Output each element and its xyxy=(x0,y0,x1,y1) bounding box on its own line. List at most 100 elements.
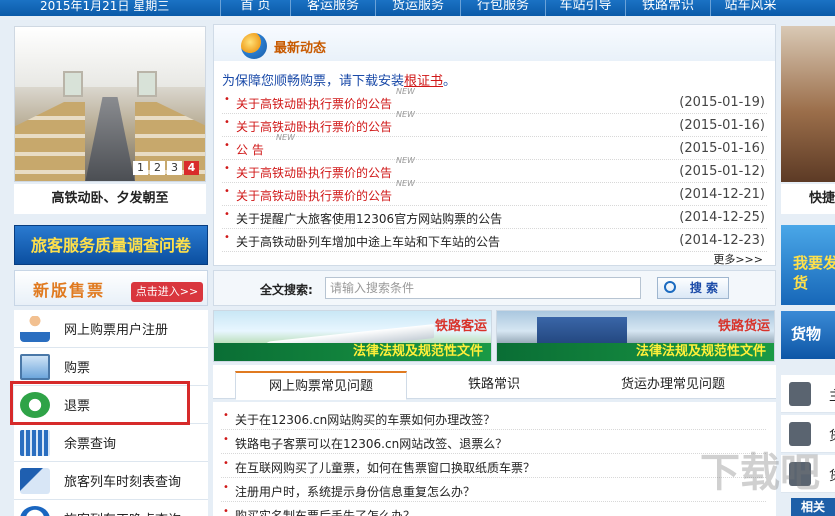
survey-banner[interactable]: 旅客服务质量调查问卷 xyxy=(14,225,208,265)
news-item-date: (2015-01-16) xyxy=(679,141,765,156)
right-menu-label: 货 xyxy=(829,465,835,484)
news-item[interactable]: • 关于提醒广大旅客使用12306官方网站购票的公告 (2014-12-25) xyxy=(222,206,767,229)
search-icon xyxy=(664,281,676,293)
current-date: 2015年1月21日 星期三 xyxy=(40,0,170,13)
watermark-logo: 下载吧 xyxy=(700,450,820,496)
computer-icon xyxy=(20,354,50,380)
faq-item[interactable]: • 关于在12306.cn网站购买的车票如何办理改签？ xyxy=(221,406,766,430)
faq-question[interactable]: 铁路电子客票可以在12306.cn网站改签、退票么？ xyxy=(235,435,507,452)
phone-icon xyxy=(789,382,811,406)
left-menu-item[interactable]: 余票查询 xyxy=(14,424,208,462)
main-nav: 首 页客运服务 货运服务 行包服务 车站引导 铁路常识 站车风采 xyxy=(220,0,790,16)
news-item-date: (2015-01-12) xyxy=(679,164,765,179)
left-menu-label: 余票查询 xyxy=(64,437,117,452)
news-item[interactable]: • 关于高铁动卧执行票价的公告 NEW (2015-01-16) xyxy=(222,110,767,137)
carousel-image[interactable]: 1234 xyxy=(14,26,206,182)
faq-item[interactable]: • 铁路电子客票可以在12306.cn网站改签、退票么？ xyxy=(221,430,766,454)
left-menu-item[interactable]: 旅客列车正晚点查询 xyxy=(14,500,208,516)
faq-question[interactable]: 在互联网购买了儿童票，如何在售票窗口换取纸质车票？ xyxy=(235,459,535,476)
nav-item[interactable]: 货运服务 xyxy=(375,0,460,16)
left-menu-item[interactable]: 旅客列车时刻表查询 xyxy=(14,462,208,500)
top-nav-bar: 2015年1月21日 星期三 首 页客运服务 货运服务 行包服务 车站引导 铁路常识 站车… xyxy=(0,0,835,16)
bullet-icon: • xyxy=(224,232,230,243)
carousel-page-button[interactable]: 4 xyxy=(184,161,199,175)
news-item[interactable]: • 关于高铁动卧执行票价的公告 NEW (2014-12-21) xyxy=(222,179,767,206)
faq-tab[interactable]: 货运办理常见问题 xyxy=(583,371,763,400)
news-panel: 最新动态 为保障您顺畅购票，请下载安装根证书。 • 关于高铁动卧执行票价的公告 NE… xyxy=(213,24,776,266)
bullet-icon: • xyxy=(223,458,229,469)
search-bar: 全文搜索: 请输入搜索条件 搜 索 xyxy=(213,270,776,306)
cert-notice: 为保障您顺畅购票，请下载安装根证书。 xyxy=(222,70,456,89)
carousel-caption[interactable]: 高铁动卧、夕发朝至 xyxy=(14,184,206,214)
carousel-page-button[interactable]: 3 xyxy=(167,161,182,175)
carousel-page-button[interactable]: 1 xyxy=(133,161,148,175)
left-menu-label: 旅客列车正晚点查询 xyxy=(64,509,181,516)
banner-tag: 铁路货运 xyxy=(717,319,770,334)
goods-banner[interactable]: 货物 xyxy=(781,311,835,359)
right-caption[interactable]: 快捷 xyxy=(781,184,835,214)
ship-goods-banner[interactable]: 我要发货 xyxy=(781,225,835,305)
clock-icon xyxy=(20,506,50,516)
news-item-title[interactable]: 公 告 xyxy=(236,141,264,158)
new-ticket-banner[interactable]: 新版售票 点击进入>> xyxy=(14,270,208,306)
faq-item[interactable]: • 注册用户时，系统提示身份信息重复怎么办？ xyxy=(221,478,766,502)
new-ticket-title: 新版售票 xyxy=(33,281,106,300)
faq-question[interactable]: 注册用户时，系统提示身份信息重复怎么办？ xyxy=(235,483,475,500)
right-menu-label: 货 xyxy=(829,425,835,444)
faq-tab[interactable]: 网上购票常见问题 xyxy=(235,371,407,400)
faq-item[interactable]: • 在互联网购买了儿童票，如何在售票窗口换取纸质车票？ xyxy=(221,454,766,478)
right-carousel-image[interactable] xyxy=(781,26,835,182)
enter-button[interactable]: 点击进入>> xyxy=(131,282,203,302)
passenger-law-banner[interactable]: 铁路客运 法律法规及规范性文件 xyxy=(213,310,492,362)
news-item-title[interactable]: 关于高铁动卧执行票价的公告 xyxy=(236,187,392,204)
banner-tag: 铁路客运 xyxy=(434,319,487,334)
news-item-title[interactable]: 关于高铁动卧执行票价的公告 xyxy=(236,95,392,112)
more-link[interactable]: 更多>>> xyxy=(713,251,763,267)
news-item[interactable]: • 关于高铁动卧执行票价的公告 NEW (2015-01-19) xyxy=(222,87,767,114)
news-item-title[interactable]: 关于高铁动卧执行票价的公告 xyxy=(236,164,392,181)
left-menu-item[interactable]: 网上购票用户注册 xyxy=(14,310,208,348)
highlight-box xyxy=(10,381,190,425)
nav-item[interactable]: 行包服务 xyxy=(460,0,545,16)
user-register-icon xyxy=(20,316,50,342)
news-item[interactable]: • 关于高铁动卧执行票价的公告 NEW (2015-01-12) xyxy=(222,156,767,183)
search-label: 全文搜索: xyxy=(260,283,313,297)
freight-law-banner[interactable]: 铁路货运 法律法规及规范性文件 xyxy=(496,310,775,362)
related-button[interactable]: 相关 xyxy=(791,498,835,516)
faq-question[interactable]: 关于在12306.cn网站购买的车票如何办理改签？ xyxy=(235,411,495,428)
search-button[interactable]: 搜 索 xyxy=(657,277,729,299)
news-item[interactable]: • 关于高铁动卧列车增加中途上车站和下车站的公告 (2014-12-23) xyxy=(222,229,767,252)
bullet-icon: • xyxy=(224,94,230,105)
news-item-title[interactable]: 关于高铁动卧执行票价的公告 xyxy=(236,118,392,135)
faq-question[interactable]: 购买实名制车票后丢失了怎么办？ xyxy=(235,507,415,516)
new-badge: NEW xyxy=(276,133,295,142)
new-badge: NEW xyxy=(396,179,415,188)
globe-icon xyxy=(241,33,267,59)
bullet-icon: • xyxy=(224,163,230,174)
faq-item[interactable]: • 购买实名制车票后丢失了怎么办？ xyxy=(221,502,766,516)
new-badge: NEW xyxy=(396,156,415,165)
news-item-title[interactable]: 关于提醒广大旅客使用12306官方网站购票的公告 xyxy=(236,210,502,227)
nav-item[interactable]: 铁路常识 xyxy=(625,0,710,16)
nav-item[interactable]: 站车风采 xyxy=(710,0,790,16)
right-menu-item[interactable]: 主 xyxy=(781,375,835,413)
left-menu-label: 购票 xyxy=(64,361,91,376)
faq-tab[interactable]: 铁路常识 xyxy=(435,371,553,400)
nav-item[interactable]: 首 页 xyxy=(220,0,290,16)
carousel-ceiling xyxy=(15,27,205,87)
news-item-date: (2014-12-25) xyxy=(679,210,765,225)
news-item-date: (2015-01-19) xyxy=(679,95,765,110)
news-item-date: (2015-01-16) xyxy=(679,118,765,133)
bullet-icon: • xyxy=(224,117,230,128)
carousel-seats-left xyxy=(15,102,85,181)
carousel-page-button[interactable]: 2 xyxy=(150,161,165,175)
news-item-date: (2014-12-23) xyxy=(679,233,765,248)
news-item[interactable]: • 公 告 NEW (2015-01-16) xyxy=(222,133,767,160)
nav-item[interactable]: 客运服务 xyxy=(290,0,375,16)
news-item-title[interactable]: 关于高铁动卧列车增加中途上车站和下车站的公告 xyxy=(236,233,500,250)
search-input[interactable]: 请输入搜索条件 xyxy=(325,277,641,299)
left-menu-label: 旅客列车时刻表查询 xyxy=(64,475,182,490)
nav-item[interactable]: 车站引导 xyxy=(545,0,625,16)
ticket-icon xyxy=(20,430,50,456)
bullet-icon: • xyxy=(223,482,229,493)
